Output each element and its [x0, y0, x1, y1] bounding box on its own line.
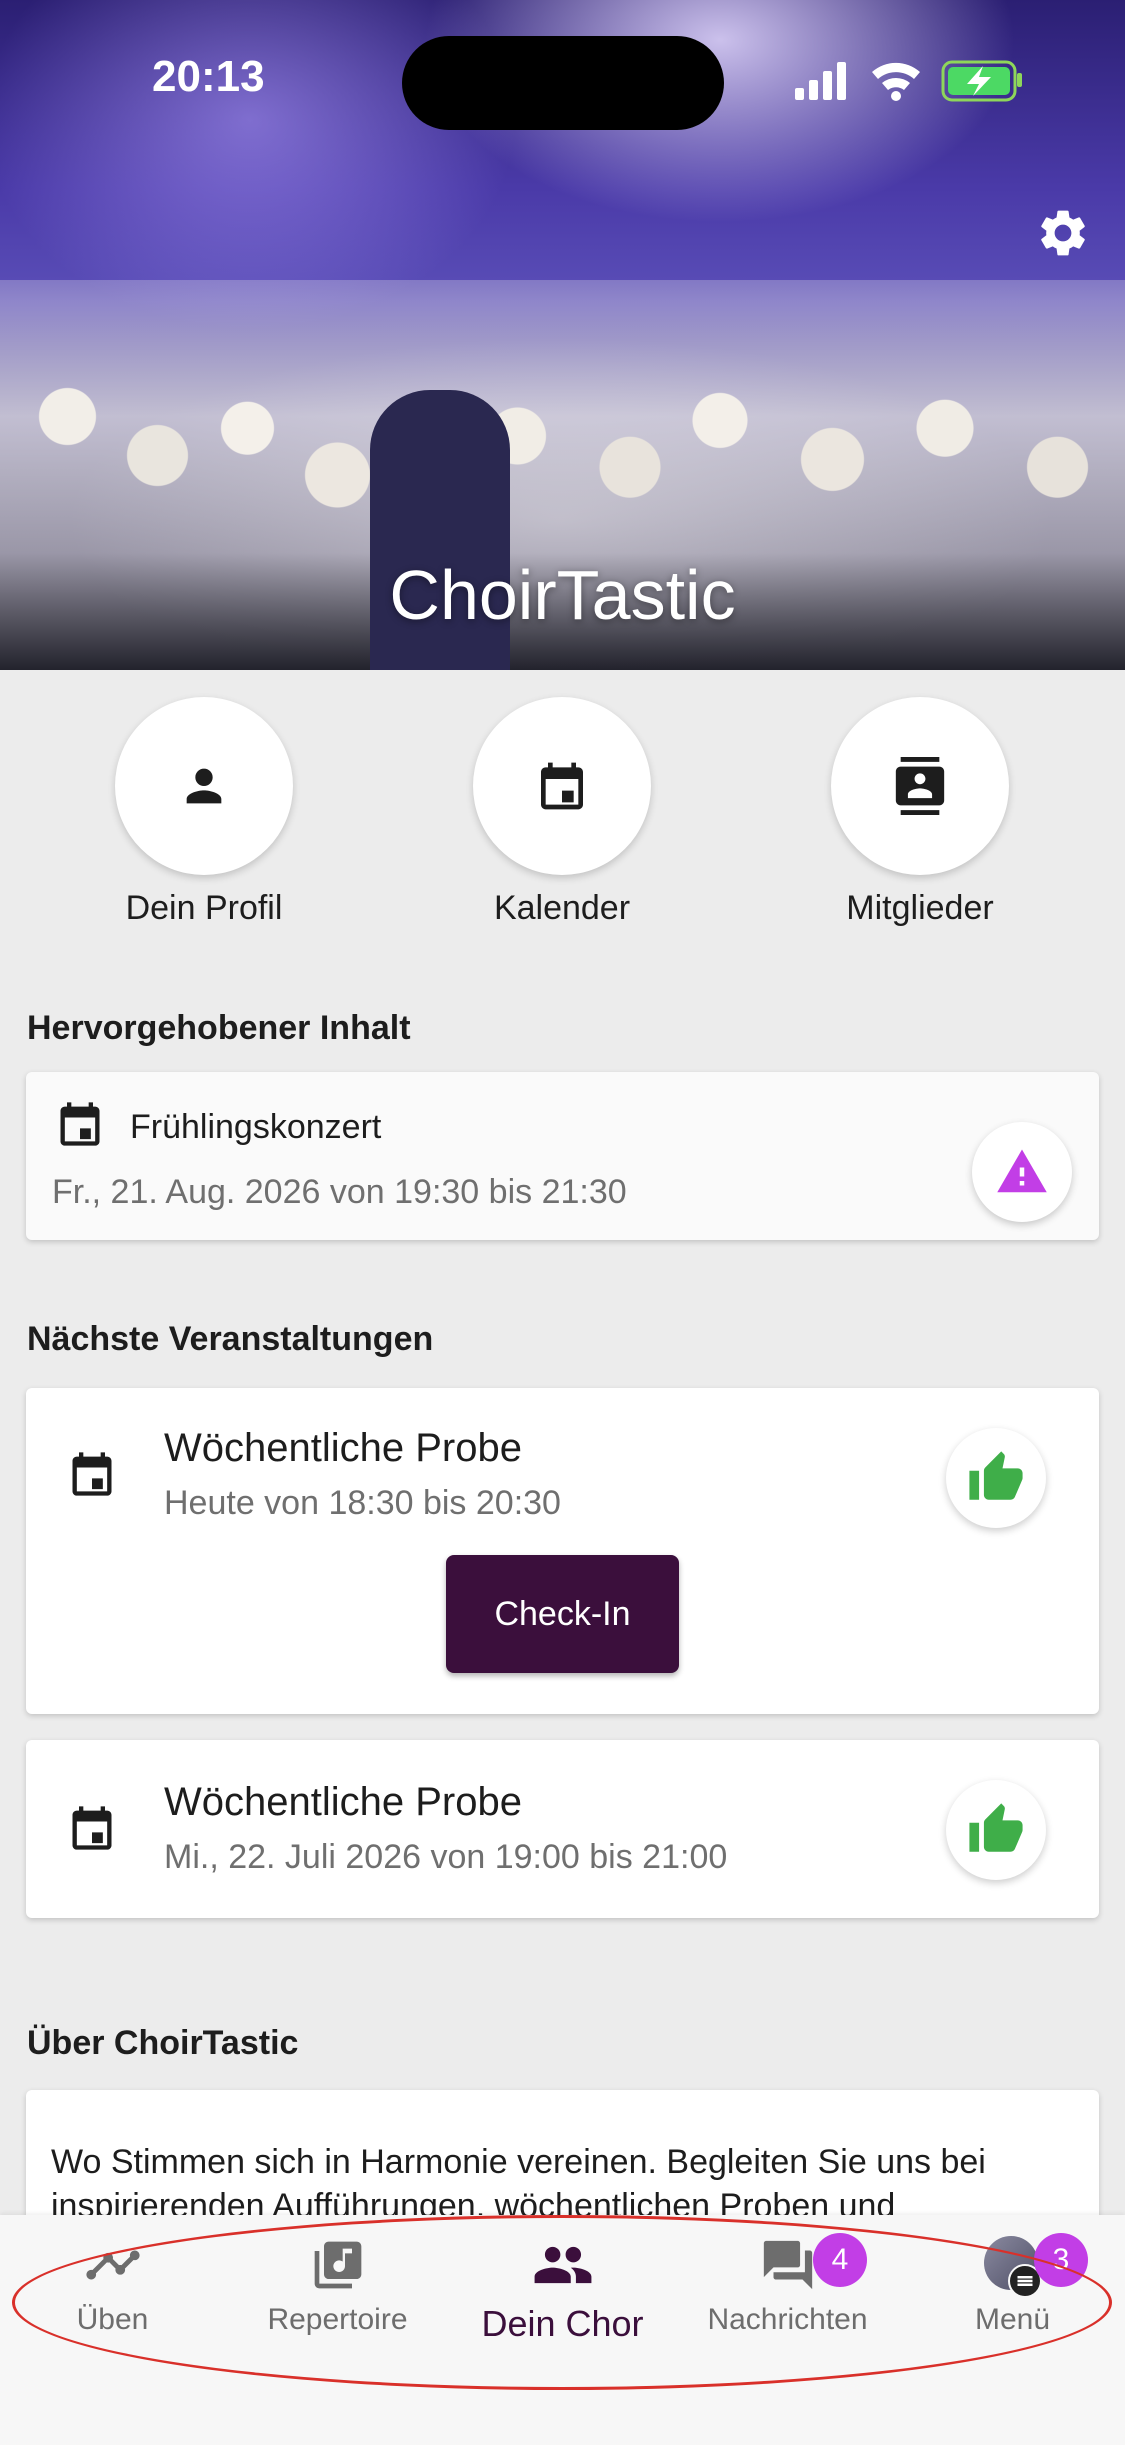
event-title: Wöchentliche Probe [164, 1780, 522, 1824]
status-icons [795, 60, 1022, 102]
nav-item-nachrichten[interactable]: 4 Nachrichten [675, 2233, 900, 2337]
warning-icon [997, 1149, 1047, 1193]
highlighted-event-card[interactable]: Frühlingskonzert Fr., 21. Aug. 2026 von … [26, 1072, 1099, 1240]
nav-label-repertoire: Repertoire [267, 2303, 408, 2336]
choir-title: ChoirTastic [389, 556, 736, 634]
avatar-icon [983, 2236, 1042, 2298]
quick-action-profile[interactable]: Dein Profil [114, 697, 294, 928]
event-card[interactable]: Wöchentliche Probe Mi., 22. Juli 2026 vo… [26, 1740, 1099, 1918]
highlighted-event-time: Fr., 21. Aug. 2026 von 19:30 bis 21:30 [52, 1173, 627, 1211]
nav-item-repertoire[interactable]: Repertoire [225, 2235, 450, 2337]
members-button[interactable] [831, 697, 1009, 875]
nav-label-dein-chor: Dein Chor [481, 2303, 644, 2344]
status-time: 20:13 [152, 52, 265, 101]
messages-badge: 4 [813, 2233, 867, 2287]
highlighted-status-button[interactable] [972, 1122, 1072, 1222]
attendance-button[interactable] [946, 1780, 1046, 1880]
dynamic-island [402, 36, 724, 130]
wifi-icon [872, 62, 920, 101]
attendance-button[interactable] [946, 1428, 1046, 1528]
nav-item-menu[interactable]: 3 Menü [900, 2233, 1125, 2337]
nav-item-dein-chor[interactable]: Dein Chor [450, 2235, 675, 2345]
contacts-icon [895, 757, 945, 815]
chat-icon [763, 2240, 812, 2290]
event-card[interactable]: Wöchentliche Probe Heute von 18:30 bis 2… [26, 1388, 1099, 1714]
calendar-icon [541, 762, 583, 810]
quick-action-members[interactable]: Mitglieder [830, 697, 1010, 928]
check-in-button[interactable]: Check-In [446, 1555, 679, 1673]
music-note-icon [314, 2241, 361, 2289]
calendar-button[interactable] [473, 697, 651, 875]
signal-icon [795, 62, 846, 100]
calendar-icon [72, 1452, 112, 1496]
event-time: Heute von 18:30 bis 20:30 [164, 1484, 561, 1522]
profile-button[interactable] [115, 697, 293, 875]
highlighted-section-title: Hervorgehobener Inhalt [27, 1009, 411, 1047]
chart-line-icon [85, 2250, 140, 2280]
battery-icon [941, 60, 1022, 102]
group-icon [534, 2246, 591, 2284]
menu-badge: 3 [1034, 2233, 1088, 2287]
nav-label-nachrichten: Nachrichten [707, 2303, 868, 2336]
nav-label-ueben: Üben [76, 2303, 149, 2336]
nav-label-menu: Menü [974, 2303, 1051, 2336]
bottom-navigation: Üben Repertoire Dein Chor 4 Nachrichten … [0, 2215, 1125, 2445]
members-label: Mitglieder [846, 889, 994, 927]
profile-label: Dein Profil [125, 889, 283, 927]
event-time: Mi., 22. Juli 2026 von 19:00 bis 21:00 [164, 1838, 728, 1876]
thumbs-up-icon [969, 1451, 1023, 1500]
nav-item-ueben[interactable]: Üben [0, 2235, 225, 2337]
person-icon [186, 768, 222, 804]
event-title: Wöchentliche Probe [164, 1426, 522, 1470]
thumbs-up-icon [969, 1803, 1023, 1852]
quick-action-calendar[interactable]: Kalender [472, 697, 652, 928]
upcoming-section-title: Nächste Veranstaltungen [27, 1320, 434, 1358]
highlighted-event-title: Frühlingskonzert [130, 1108, 382, 1146]
calendar-label: Kalender [493, 889, 631, 927]
about-section-title: Über ChoirTastic [27, 2024, 299, 2062]
gear-icon[interactable] [1035, 205, 1091, 261]
calendar-icon [72, 1806, 112, 1850]
calendar-icon [60, 1102, 100, 1146]
